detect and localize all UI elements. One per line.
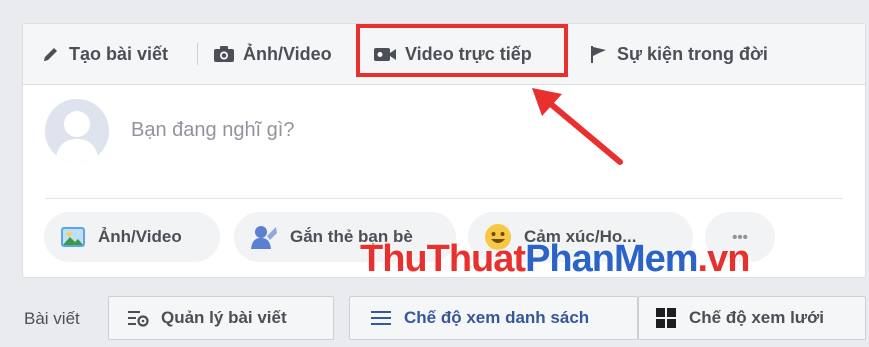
highlight-box [356,24,568,77]
grid-view-button[interactable]: Chế độ xem lưới [638,296,866,340]
manage-gear-icon [128,311,149,327]
grid-view-label: Chế độ xem lưới [689,308,824,327]
manage-posts-label: Quản lý bài viết [161,308,287,327]
default-avatar-icon [45,99,109,163]
composer-area[interactable]: Bạn đang nghĩ gì? [23,85,865,220]
flag-icon [591,46,606,63]
tab-photo-video-label: Ảnh/Video [243,43,332,64]
watermark: ThuThuatPhanMem.vn [360,238,751,281]
composer-input[interactable]: Bạn đang nghĩ gì? [131,119,294,142]
tab-life-event[interactable]: Sự kiện trong đời [589,40,768,68]
pencil-icon [44,48,57,61]
photo-video-button[interactable]: Ảnh/Video [44,212,220,262]
red-arrow-icon [532,88,623,165]
tab-create-post-label: Tạo bài viết [69,43,169,64]
list-icon [371,311,391,325]
photo-video-button-label: Ảnh/Video [98,227,182,246]
tab-separator [197,43,198,65]
tab-life-event-label: Sự kiện trong đời [617,43,768,64]
watermark-part1: ThuThuat [360,238,526,280]
tab-photo-video[interactable]: Ảnh/Video [213,40,332,68]
photo-icon [61,227,85,247]
grid-icon [656,308,676,328]
tab-create-post[interactable]: Tạo bài viết [41,40,168,68]
list-view-label: Chế độ xem danh sách [404,308,590,327]
manage-posts-button[interactable]: Quản lý bài viết [108,296,334,340]
watermark-part2: PhanMem [525,238,698,280]
tag-person-icon [251,226,277,249]
list-view-button[interactable]: Chế độ xem danh sách [349,296,638,340]
watermark-part3: .vn [697,238,751,280]
composer-divider [45,198,843,199]
posts-label: Bài viết [24,309,80,328]
avatar [45,99,109,163]
camera-icon [214,46,234,62]
